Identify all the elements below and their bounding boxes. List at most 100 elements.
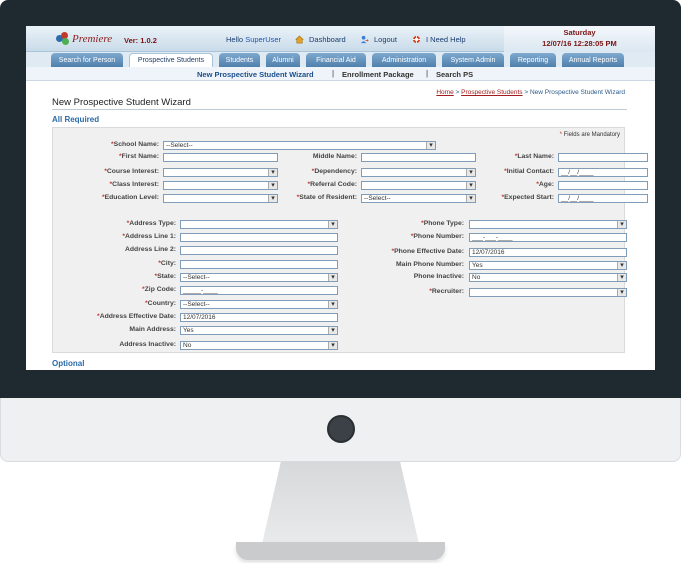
- state-label: *State:: [154, 273, 176, 280]
- subnav-new-prospective-wizard[interactable]: New Prospective Student Wizard: [197, 70, 314, 79]
- address-line-2-label: Address Line 2:: [125, 246, 176, 253]
- app-screen: Premiere Ver: 1.0.2 Hello SuperUser Dash…: [26, 26, 655, 370]
- address-line-1-label: *Address Line 1:: [122, 233, 176, 240]
- tab-administration[interactable]: Administration: [372, 53, 436, 67]
- age-input[interactable]: [558, 181, 648, 190]
- subnav-enrollment-package[interactable]: Enrollment Package: [342, 70, 414, 79]
- tab-prospective-students[interactable]: Prospective Students: [129, 53, 213, 67]
- address-inactive-select[interactable]: No: [180, 341, 338, 350]
- city-label: *City:: [158, 260, 176, 267]
- address-line-2-input[interactable]: [180, 246, 338, 255]
- school-name-label: *School Name:: [111, 141, 159, 148]
- logout-link[interactable]: Logout: [360, 35, 397, 44]
- education-level-select[interactable]: [163, 194, 278, 203]
- phone-effective-date-input[interactable]: 12/07/2016: [469, 248, 627, 257]
- address-type-select[interactable]: [180, 220, 338, 229]
- class-interest-label: *Class Interest:: [109, 181, 160, 188]
- tab-annual-reports[interactable]: Annual Reports: [562, 53, 624, 67]
- state-of-resident-select[interactable]: --Select--: [361, 194, 476, 203]
- city-input[interactable]: [180, 260, 338, 269]
- phone-effective-date-label: *Phone Effective Date:: [391, 248, 464, 255]
- date-time-panel: Saturday 12/07/16 12:28:05 PM: [504, 26, 655, 52]
- tab-financial-aid[interactable]: Financial Aid: [306, 53, 366, 67]
- main-address-label: Main Address:: [129, 326, 176, 333]
- address-effective-date-input[interactable]: 12/07/2016: [180, 313, 338, 322]
- greeting: Hello SuperUser: [226, 35, 281, 44]
- class-interest-select[interactable]: [163, 181, 278, 190]
- state-select[interactable]: --Select--: [180, 273, 338, 282]
- help-label: I Need Help: [426, 35, 466, 44]
- tab-alumni[interactable]: Alumni: [266, 53, 300, 67]
- section-all-required: All Required: [52, 115, 100, 124]
- breadcrumb: Home > Prospective Students > New Prospe…: [436, 89, 625, 96]
- dependency-label: *Dependency:: [311, 168, 357, 175]
- address-inactive-label: Address Inactive:: [119, 341, 176, 348]
- page-title: New Prospective Student Wizard: [52, 97, 191, 108]
- phone-inactive-select[interactable]: No: [469, 273, 627, 282]
- sub-nav: New Prospective Student Wizard | Enrollm…: [26, 67, 655, 81]
- tab-system-admin[interactable]: System Admin: [442, 53, 504, 67]
- initial-contact-label: *Initial Contact:: [504, 168, 554, 175]
- tab-students[interactable]: Students: [219, 53, 260, 67]
- address-type-label: *Address Type:: [126, 220, 176, 227]
- logo-text: Premiere: [72, 33, 113, 45]
- main-phone-number-select[interactable]: Yes: [469, 261, 627, 270]
- phone-type-select[interactable]: [469, 220, 627, 229]
- first-name-label: *First Name:: [118, 153, 159, 160]
- expected-start-input[interactable]: __/__/____: [558, 194, 648, 203]
- tab-reporting[interactable]: Reporting: [510, 53, 556, 67]
- last-name-input[interactable]: [558, 153, 648, 162]
- current-datetime: 12/07/16 12:28:05 PM: [542, 39, 617, 48]
- initial-contact-input[interactable]: __/__/____: [558, 168, 648, 177]
- expected-start-label: *Expected Start:: [501, 194, 554, 201]
- course-interest-select[interactable]: [163, 168, 278, 177]
- main-phone-number-label: Main Phone Number:: [396, 261, 464, 268]
- referral-code-select[interactable]: [361, 181, 476, 190]
- subnav-search-ps[interactable]: Search PS: [436, 70, 473, 79]
- mandatory-note: * Fields are Mandatory: [559, 132, 620, 138]
- phone-type-label: *Phone Type:: [421, 220, 464, 227]
- course-interest-label: *Course Interest:: [104, 168, 159, 175]
- title-divider: [52, 109, 627, 110]
- first-name-input[interactable]: [163, 153, 278, 162]
- middle-name-input[interactable]: [361, 153, 476, 162]
- recruiter-label: *Recruiter:: [429, 288, 464, 295]
- help-link[interactable]: I Need Help: [412, 35, 466, 44]
- subnav-separator: |: [332, 69, 335, 78]
- zip-code-label: *Zip Code:: [142, 286, 176, 293]
- greeting-text: Hello: [226, 35, 244, 44]
- breadcrumb-separator: >: [522, 89, 530, 96]
- address-effective-date-label: *Address Effective Date:: [97, 313, 176, 320]
- breadcrumb-separator: >: [453, 89, 462, 96]
- dependency-select[interactable]: [361, 168, 476, 177]
- mandatory-note-text: Fields are Mandatory: [563, 132, 620, 138]
- tab-search-for-person[interactable]: Search for Person: [51, 53, 123, 67]
- age-label: *Age:: [536, 181, 554, 188]
- address-line-1-input[interactable]: [180, 233, 338, 242]
- phone-number-input[interactable]: ___-___-____: [469, 233, 627, 242]
- logout-label: Logout: [374, 35, 397, 44]
- dashboard-label: Dashboard: [309, 35, 346, 44]
- referral-code-label: *Referral Code:: [307, 181, 358, 188]
- middle-name-label: Middle Name:: [312, 153, 357, 160]
- country-label: *Country:: [145, 300, 176, 307]
- section-optional[interactable]: Optional: [52, 359, 84, 368]
- breadcrumb-prospective-students[interactable]: Prospective Students: [461, 89, 522, 96]
- monitor-stand: [262, 462, 419, 544]
- version-label: Ver: 1.0.2: [124, 36, 157, 45]
- subnav-separator: |: [426, 69, 429, 78]
- state-of-resident-label: *State of Resident:: [296, 194, 357, 201]
- phone-inactive-label: Phone Inactive:: [413, 273, 464, 280]
- recruiter-select[interactable]: [469, 288, 627, 297]
- logo-icon: [56, 32, 70, 46]
- app-logo[interactable]: Premiere: [56, 30, 112, 48]
- country-select[interactable]: --Select--: [180, 300, 338, 309]
- school-name-select[interactable]: --Select--: [163, 141, 436, 150]
- zip-code-input[interactable]: _____-____: [180, 286, 338, 295]
- main-address-select[interactable]: Yes: [180, 326, 338, 335]
- education-level-label: *Education Level:: [101, 194, 159, 201]
- home-icon: [295, 35, 304, 44]
- breadcrumb-home[interactable]: Home: [436, 89, 453, 96]
- dashboard-link[interactable]: Dashboard: [295, 35, 346, 44]
- main-nav: Search for Person Prospective Students S…: [26, 52, 655, 67]
